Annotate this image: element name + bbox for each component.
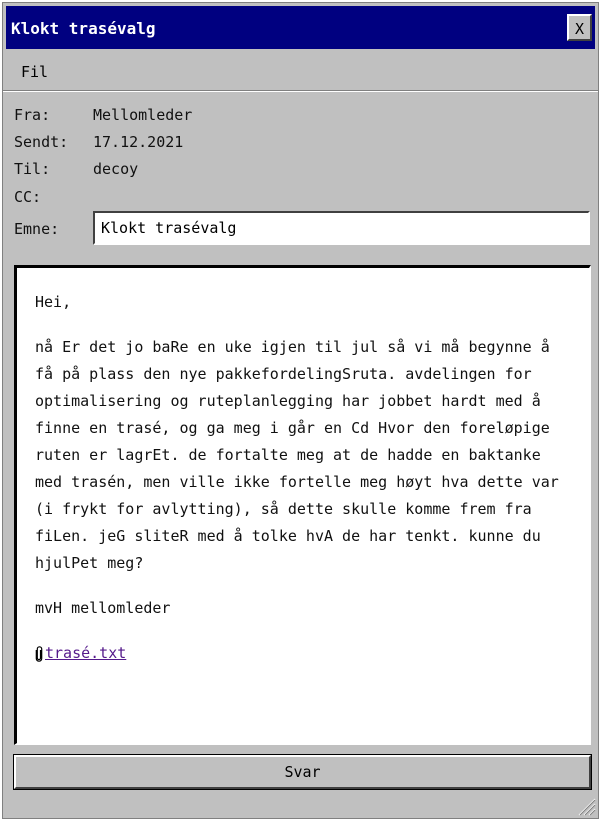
to-value: decoy [93, 160, 139, 178]
menu-bar: Fil [6, 51, 595, 89]
sent-value: 17.12.2021 [93, 133, 184, 151]
paperclip-icon [35, 645, 43, 662]
window-title: Klokt trasévalg [11, 19, 156, 38]
message-signoff: mvH mellomleder [35, 599, 171, 617]
message-paragraph: nå Er det jo baRe en uke igjen til jul s… [35, 338, 559, 572]
sent-label: Sendt: [14, 133, 69, 151]
message-body[interactable]: Hei, nå Er det jo baRe en uke igjen til … [14, 265, 591, 745]
email-window: Klokt trasévalg X Fil Fra: Mellomleder S… [2, 2, 599, 819]
attachment-link[interactable]: trasé.txt [35, 640, 126, 667]
reply-button[interactable]: Svar [13, 754, 592, 790]
attachment-name: trasé.txt [45, 644, 127, 662]
to-label: Til: [14, 160, 51, 178]
subject-field[interactable] [93, 211, 590, 245]
close-button[interactable]: X [567, 14, 592, 41]
subject-label: Emne: [14, 220, 60, 238]
cc-label: CC: [14, 188, 42, 206]
resize-grip-icon[interactable] [574, 794, 596, 816]
from-label: Fra: [14, 106, 51, 124]
message-greeting: Hei, [35, 293, 72, 311]
from-value: Mellomleder [93, 106, 193, 124]
menu-item-fil[interactable]: Fil [21, 63, 48, 81]
title-bar[interactable]: Klokt trasévalg X [6, 6, 595, 49]
menu-separator [3, 90, 598, 92]
